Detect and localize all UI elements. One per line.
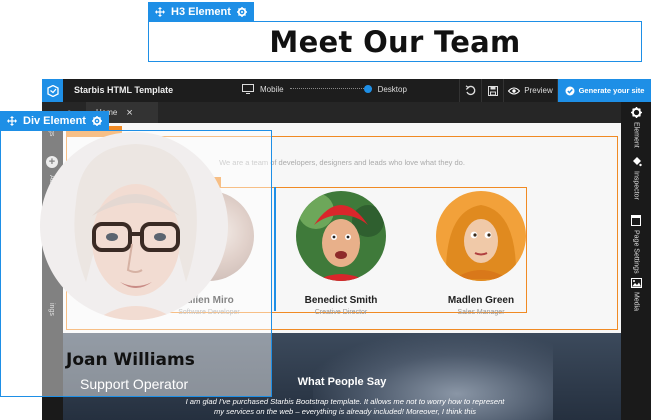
member-photo [296, 191, 386, 281]
slider-track [289, 88, 372, 89]
team-heading: Meet Our Team [269, 24, 521, 59]
inspector-panel-label: Inspector [632, 171, 640, 200]
element-panel-label: Element [632, 122, 640, 148]
gear-icon[interactable] [91, 115, 102, 126]
featured-member-role: Support Operator [80, 376, 189, 392]
device-desktop-label[interactable]: Desktop [378, 85, 407, 94]
div-element-tag[interactable]: Div Element [0, 111, 109, 130]
save-button[interactable] [481, 79, 503, 102]
move-icon[interactable] [155, 6, 165, 17]
tab-bar: a Home × [42, 102, 651, 123]
top-toolbar: Starbis HTML Template Mobile Desktop Pre… [42, 79, 651, 102]
inspector-panel-button[interactable]: Inspector [621, 156, 651, 200]
member-name: Madlen Green [447, 295, 515, 306]
gear-icon[interactable] [236, 6, 247, 17]
media-panel-label: Media [632, 292, 640, 312]
app-logo-icon [42, 79, 63, 102]
team-member-card[interactable]: Benedict Smith Creative Director [271, 191, 411, 316]
media-panel-button[interactable]: Media [621, 278, 651, 311]
page-settings-panel-button[interactable]: Page Settings [621, 215, 651, 274]
editor-screenshot: H3 Element Meet Our Team Starbis HTML Te… [0, 0, 651, 420]
featured-member-name: Joan Williams [66, 350, 195, 370]
preview-label: Preview [524, 86, 553, 95]
image-icon [630, 278, 642, 288]
generate-site-button[interactable]: Generate your site [557, 79, 651, 102]
monitor-icon [242, 84, 254, 94]
slider-handle[interactable] [363, 85, 372, 93]
gear-icon [630, 107, 642, 118]
app-title: Starbis HTML Template [74, 85, 174, 95]
member-role: Sales Manager [457, 309, 505, 316]
preview-button[interactable]: Preview [503, 79, 557, 102]
member-name: Benedict Smith [304, 295, 378, 306]
move-icon[interactable] [7, 115, 17, 126]
page-settings-panel-label: Page Settings [632, 230, 640, 274]
member-role: Creative Director [314, 309, 368, 316]
div-element-tag-label: Div Element [23, 114, 86, 127]
page-icon [631, 215, 641, 226]
h3-element-tag-label: H3 Element [171, 5, 231, 18]
check-circle-icon [565, 86, 575, 95]
featured-member-photo [40, 132, 228, 320]
paint-bucket-icon [632, 157, 642, 167]
device-width-slider[interactable] [289, 85, 372, 93]
eye-icon [508, 87, 521, 94]
member-photo [436, 191, 526, 281]
team-member-card[interactable]: Madlen Green Sales Manager [411, 191, 551, 316]
undo-button[interactable] [459, 79, 481, 102]
generate-label: Generate your site [578, 86, 645, 95]
element-panel-button[interactable]: Element [621, 107, 651, 148]
column-selection-line [274, 187, 276, 311]
right-panel-rail: Element Inspector Page Settings Media [621, 102, 651, 420]
h3-element-tag[interactable]: H3 Element [148, 2, 254, 21]
device-switcher[interactable]: Mobile Desktop [242, 84, 407, 94]
testimonial-text: I am glad I've purchased Starbis Bootstr… [185, 397, 505, 416]
floppy-icon [487, 85, 498, 96]
device-mobile-label[interactable]: Mobile [260, 85, 284, 94]
h3-element[interactable]: Meet Our Team [148, 21, 642, 62]
close-icon[interactable]: × [126, 107, 132, 119]
undo-icon [465, 85, 476, 96]
